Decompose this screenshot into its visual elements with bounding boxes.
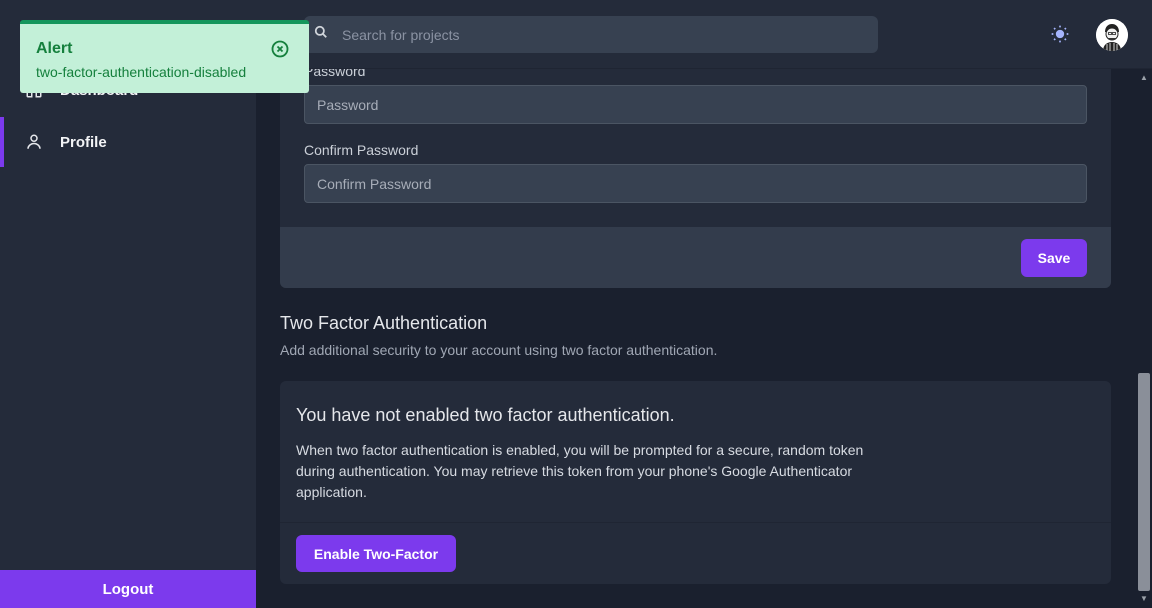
main-content: Password Confirm Password Save Two Facto…	[256, 69, 1136, 608]
card-footer: Save	[280, 227, 1111, 288]
search-bar[interactable]	[304, 16, 878, 53]
two-factor-card: You have not enabled two factor authenti…	[280, 381, 1111, 584]
save-button[interactable]: Save	[1021, 239, 1087, 277]
section-title: Two Factor Authentication	[280, 313, 488, 333]
alert-toast: Alert two-factor-authentication-disabled	[20, 20, 309, 93]
search-icon	[314, 25, 328, 44]
sidebar-item-profile[interactable]: Profile	[0, 117, 256, 167]
user-icon	[24, 132, 44, 152]
close-circle-icon[interactable]	[270, 39, 290, 59]
scroll-down-arrow-icon[interactable]: ▼	[1140, 595, 1148, 603]
confirm-password-field[interactable]	[304, 164, 1087, 203]
confirm-password-label: Confirm Password	[304, 142, 419, 158]
avatar[interactable]	[1096, 19, 1128, 51]
top-header	[256, 0, 1152, 69]
section-description: Add additional security to your account …	[280, 342, 718, 358]
scrollbar[interactable]: ▲ ▼	[1136, 69, 1152, 608]
toast-message: two-factor-authentication-disabled	[36, 64, 247, 80]
password-label: Password	[304, 69, 366, 79]
logout-button[interactable]: Logout	[0, 570, 256, 608]
scroll-up-arrow-icon[interactable]: ▲	[1140, 74, 1148, 82]
sidebar-item-label: Profile	[60, 133, 107, 151]
update-password-card: Password Confirm Password Save	[280, 69, 1111, 288]
two-factor-info-text: When two factor authentication is enable…	[296, 442, 864, 500]
divider	[280, 522, 1111, 523]
scroll-thumb[interactable]	[1138, 373, 1150, 591]
theme-toggle-button[interactable]	[1050, 24, 1074, 46]
sun-icon	[1050, 25, 1070, 48]
two-factor-status-heading: You have not enabled two factor authenti…	[296, 405, 675, 425]
search-input[interactable]	[342, 26, 878, 43]
enable-two-factor-button[interactable]: Enable Two-Factor	[296, 535, 456, 572]
password-field[interactable]	[304, 85, 1087, 124]
toast-title: Alert	[36, 40, 73, 57]
